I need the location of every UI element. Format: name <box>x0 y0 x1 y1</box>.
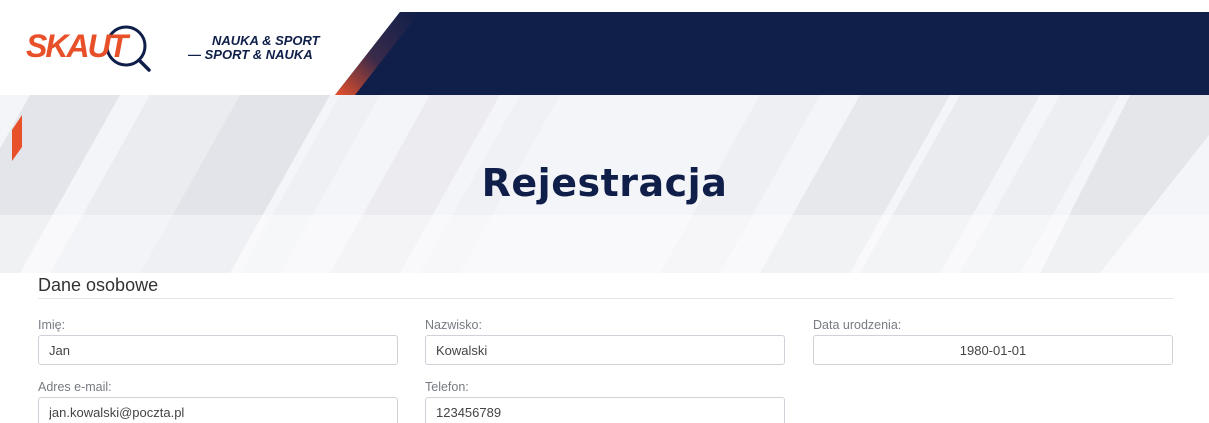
email-input[interactable] <box>38 397 398 423</box>
birth-date-label: Data urodzenia: <box>813 318 902 332</box>
email-label: Adres e-mail: <box>38 380 112 394</box>
section-title-personal-data: Dane osobowe <box>38 275 159 295</box>
header-navy-band <box>335 12 1209 95</box>
phone-label: Telefon: <box>425 380 469 394</box>
first-name-label: Imię: <box>38 318 66 332</box>
logo-tagline-1: NAUKA & SPORT <box>212 33 320 48</box>
birth-date-input[interactable] <box>813 335 1173 365</box>
first-name-input[interactable] <box>38 335 398 365</box>
logo-tagline-2: — SPORT & NAUKA <box>188 47 313 62</box>
hero-banner: Rejestracja <box>0 95 1209 273</box>
section-divider <box>38 298 1173 299</box>
page-title: Rejestracja <box>481 161 728 205</box>
phone-input[interactable] <box>425 397 785 423</box>
last-name-input[interactable] <box>425 335 785 365</box>
nauka-sport-logo[interactable]: NAUKA & SPORT — SPORT & NAUKA <box>188 33 320 69</box>
last-name-label: Nazwisko: <box>425 318 482 332</box>
skaut-logo-text: SKAUT <box>26 28 128 64</box>
site-header: SKAUT NAUKA & SPORT — SPORT & NAUKA <box>0 0 1209 95</box>
skaut-logo[interactable]: SKAUT <box>24 22 154 77</box>
